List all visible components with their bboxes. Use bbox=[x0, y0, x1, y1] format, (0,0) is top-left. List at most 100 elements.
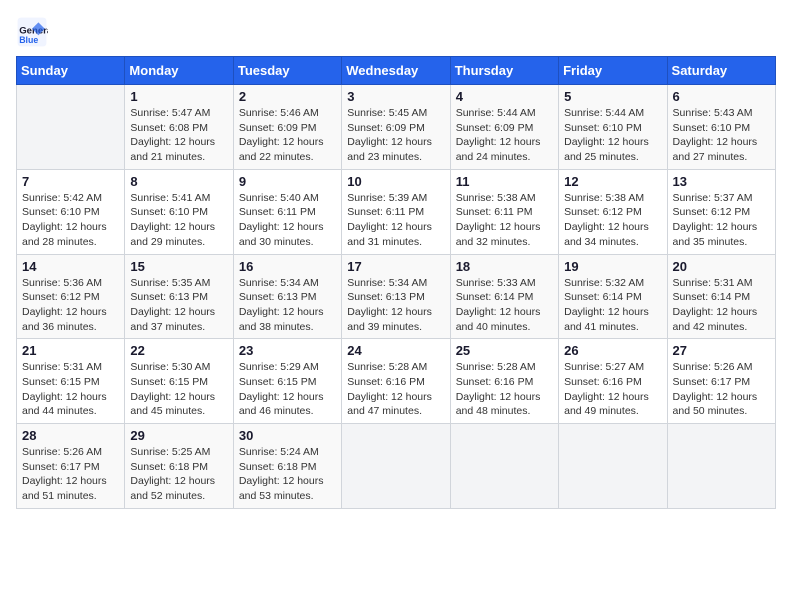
empty-cell bbox=[667, 424, 775, 509]
day-number: 4 bbox=[456, 89, 553, 104]
day-detail: Sunrise: 5:44 AM Sunset: 6:10 PM Dayligh… bbox=[564, 106, 661, 165]
col-header-thursday: Thursday bbox=[450, 57, 558, 85]
day-number: 5 bbox=[564, 89, 661, 104]
day-number: 22 bbox=[130, 343, 227, 358]
day-number: 9 bbox=[239, 174, 336, 189]
week-row-5: 28Sunrise: 5:26 AM Sunset: 6:17 PM Dayli… bbox=[17, 424, 776, 509]
day-detail: Sunrise: 5:46 AM Sunset: 6:09 PM Dayligh… bbox=[239, 106, 336, 165]
day-number: 29 bbox=[130, 428, 227, 443]
week-row-2: 7 Sunrise: 5:42 AM Sunset: 6:10 PM Daylig… bbox=[17, 169, 776, 254]
day-detail: Sunrise: 5:29 AM Sunset: 6:15 PM Dayligh… bbox=[239, 360, 336, 419]
header: General Blue bbox=[16, 16, 776, 48]
day-number: 18 bbox=[456, 259, 553, 274]
day-detail: Sunrise: 5:31 AM Sunset: 6:14 PM Dayligh… bbox=[673, 276, 770, 335]
day-cell-16: 16 Sunrise: 5:34 AM Sunset: 6:13 PM Dayli… bbox=[233, 254, 341, 339]
day-cell-27: 27 Sunrise: 5:26 AM Sunset: 6:17 PM Dayli… bbox=[667, 339, 775, 424]
week-row-1: 1 Sunrise: 5:47 AM Sunset: 6:08 PM Daylig… bbox=[17, 85, 776, 170]
day-number: 20 bbox=[673, 259, 770, 274]
day-number: 6 bbox=[673, 89, 770, 104]
day-cell-9: 9 Sunrise: 5:40 AM Sunset: 6:11 PM Daylig… bbox=[233, 169, 341, 254]
day-cell-1: 1 Sunrise: 5:47 AM Sunset: 6:08 PM Daylig… bbox=[125, 85, 233, 170]
day-detail: Sunrise: 5:32 AM Sunset: 6:14 PM Dayligh… bbox=[564, 276, 661, 335]
logo: General Blue bbox=[16, 16, 52, 48]
day-detail: Sunrise: 5:41 AM Sunset: 6:10 PM Dayligh… bbox=[130, 191, 227, 250]
day-number: 26 bbox=[564, 343, 661, 358]
col-header-saturday: Saturday bbox=[667, 57, 775, 85]
day-cell-22: 22 Sunrise: 5:30 AM Sunset: 6:15 PM Dayli… bbox=[125, 339, 233, 424]
day-cell-11: 11 Sunrise: 5:38 AM Sunset: 6:11 PM Dayli… bbox=[450, 169, 558, 254]
day-number: 27 bbox=[673, 343, 770, 358]
week-row-3: 14 Sunrise: 5:36 AM Sunset: 6:12 PM Dayli… bbox=[17, 254, 776, 339]
day-detail: Sunrise: 5:34 AM Sunset: 6:13 PM Dayligh… bbox=[347, 276, 444, 335]
day-number: 2 bbox=[239, 89, 336, 104]
day-number: 17 bbox=[347, 259, 444, 274]
col-header-wednesday: Wednesday bbox=[342, 57, 450, 85]
day-detail: Sunrise: 5:45 AM Sunset: 6:09 PM Dayligh… bbox=[347, 106, 444, 165]
day-cell-19: 19 Sunrise: 5:32 AM Sunset: 6:14 PM Dayli… bbox=[559, 254, 667, 339]
day-number: 1 bbox=[130, 89, 227, 104]
day-detail: Sunrise: 5:39 AM Sunset: 6:11 PM Dayligh… bbox=[347, 191, 444, 250]
day-detail: Sunrise: 5:35 AM Sunset: 6:13 PM Dayligh… bbox=[130, 276, 227, 335]
day-cell-7: 7 Sunrise: 5:42 AM Sunset: 6:10 PM Daylig… bbox=[17, 169, 125, 254]
calendar-header: SundayMondayTuesdayWednesdayThursdayFrid… bbox=[17, 57, 776, 85]
day-number: 19 bbox=[564, 259, 661, 274]
logo-icon: General Blue bbox=[16, 16, 48, 48]
day-number: 11 bbox=[456, 174, 553, 189]
day-detail: Sunrise: 5:30 AM Sunset: 6:15 PM Dayligh… bbox=[130, 360, 227, 419]
day-cell-21: 21 Sunrise: 5:31 AM Sunset: 6:15 PM Dayli… bbox=[17, 339, 125, 424]
day-cell-30: 30Sunrise: 5:24 AM Sunset: 6:18 PM Dayli… bbox=[233, 424, 341, 509]
day-cell-26: 26 Sunrise: 5:27 AM Sunset: 6:16 PM Dayli… bbox=[559, 339, 667, 424]
day-detail: Sunrise: 5:40 AM Sunset: 6:11 PM Dayligh… bbox=[239, 191, 336, 250]
day-detail: Sunrise: 5:44 AM Sunset: 6:09 PM Dayligh… bbox=[456, 106, 553, 165]
day-detail: Sunrise: 5:25 AM Sunset: 6:18 PM Dayligh… bbox=[130, 445, 227, 504]
day-number: 21 bbox=[22, 343, 119, 358]
day-cell-12: 12Sunrise: 5:38 AM Sunset: 6:12 PM Dayli… bbox=[559, 169, 667, 254]
empty-cell bbox=[559, 424, 667, 509]
col-header-tuesday: Tuesday bbox=[233, 57, 341, 85]
day-cell-20: 20 Sunrise: 5:31 AM Sunset: 6:14 PM Dayli… bbox=[667, 254, 775, 339]
day-detail: Sunrise: 5:36 AM Sunset: 6:12 PM Dayligh… bbox=[22, 276, 119, 335]
day-detail: Sunrise: 5:38 AM Sunset: 6:11 PM Dayligh… bbox=[456, 191, 553, 250]
day-cell-3: 3 Sunrise: 5:45 AM Sunset: 6:09 PM Daylig… bbox=[342, 85, 450, 170]
day-number: 8 bbox=[130, 174, 227, 189]
day-cell-29: 29 Sunrise: 5:25 AM Sunset: 6:18 PM Dayli… bbox=[125, 424, 233, 509]
day-detail: Sunrise: 5:26 AM Sunset: 6:17 PM Dayligh… bbox=[673, 360, 770, 419]
svg-text:Blue: Blue bbox=[19, 35, 38, 45]
day-cell-13: 13Sunrise: 5:37 AM Sunset: 6:12 PM Dayli… bbox=[667, 169, 775, 254]
day-number: 25 bbox=[456, 343, 553, 358]
day-detail: Sunrise: 5:28 AM Sunset: 6:16 PM Dayligh… bbox=[456, 360, 553, 419]
day-cell-28: 28Sunrise: 5:26 AM Sunset: 6:17 PM Dayli… bbox=[17, 424, 125, 509]
day-cell-8: 8 Sunrise: 5:41 AM Sunset: 6:10 PM Daylig… bbox=[125, 169, 233, 254]
day-detail: Sunrise: 5:28 AM Sunset: 6:16 PM Dayligh… bbox=[347, 360, 444, 419]
day-detail: Sunrise: 5:37 AM Sunset: 6:12 PM Dayligh… bbox=[673, 191, 770, 250]
empty-cell bbox=[17, 85, 125, 170]
day-cell-18: 18 Sunrise: 5:33 AM Sunset: 6:14 PM Dayli… bbox=[450, 254, 558, 339]
day-cell-23: 23Sunrise: 5:29 AM Sunset: 6:15 PM Dayli… bbox=[233, 339, 341, 424]
day-number: 7 bbox=[22, 174, 119, 189]
day-cell-17: 17 Sunrise: 5:34 AM Sunset: 6:13 PM Dayli… bbox=[342, 254, 450, 339]
day-cell-15: 15Sunrise: 5:35 AM Sunset: 6:13 PM Dayli… bbox=[125, 254, 233, 339]
col-header-sunday: Sunday bbox=[17, 57, 125, 85]
day-detail: Sunrise: 5:47 AM Sunset: 6:08 PM Dayligh… bbox=[130, 106, 227, 165]
day-detail: Sunrise: 5:31 AM Sunset: 6:15 PM Dayligh… bbox=[22, 360, 119, 419]
day-cell-10: 10 Sunrise: 5:39 AM Sunset: 6:11 PM Dayli… bbox=[342, 169, 450, 254]
day-detail: Sunrise: 5:43 AM Sunset: 6:10 PM Dayligh… bbox=[673, 106, 770, 165]
day-cell-4: 4 Sunrise: 5:44 AM Sunset: 6:09 PM Daylig… bbox=[450, 85, 558, 170]
day-cell-14: 14 Sunrise: 5:36 AM Sunset: 6:12 PM Dayli… bbox=[17, 254, 125, 339]
day-number: 10 bbox=[347, 174, 444, 189]
empty-cell bbox=[450, 424, 558, 509]
day-detail: Sunrise: 5:42 AM Sunset: 6:10 PM Dayligh… bbox=[22, 191, 119, 250]
day-number: 24 bbox=[347, 343, 444, 358]
day-detail: Sunrise: 5:27 AM Sunset: 6:16 PM Dayligh… bbox=[564, 360, 661, 419]
day-number: 16 bbox=[239, 259, 336, 274]
day-number: 30 bbox=[239, 428, 336, 443]
empty-cell bbox=[342, 424, 450, 509]
calendar-body: 1 Sunrise: 5:47 AM Sunset: 6:08 PM Daylig… bbox=[17, 85, 776, 509]
col-header-friday: Friday bbox=[559, 57, 667, 85]
day-detail: Sunrise: 5:34 AM Sunset: 6:13 PM Dayligh… bbox=[239, 276, 336, 335]
week-row-4: 21 Sunrise: 5:31 AM Sunset: 6:15 PM Dayli… bbox=[17, 339, 776, 424]
day-number: 28 bbox=[22, 428, 119, 443]
day-number: 3 bbox=[347, 89, 444, 104]
day-number: 14 bbox=[22, 259, 119, 274]
day-detail: Sunrise: 5:33 AM Sunset: 6:14 PM Dayligh… bbox=[456, 276, 553, 335]
